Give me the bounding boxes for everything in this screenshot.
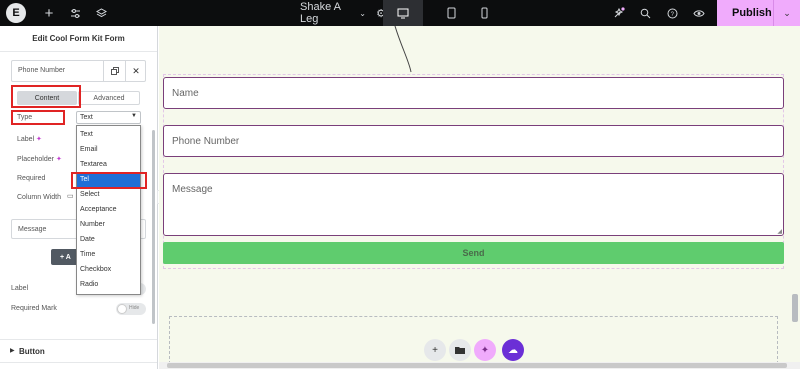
type-option-radio[interactable]: Radio bbox=[77, 277, 140, 292]
publish-options-chevron-icon[interactable]: ⌄ bbox=[773, 0, 800, 26]
required-control-label: Required bbox=[17, 175, 46, 182]
site-settings-icon[interactable] bbox=[68, 0, 82, 26]
page-title-dropdown[interactable]: Shake A Leg ⌄ bbox=[300, 0, 366, 26]
phone-number-input[interactable]: Phone Number bbox=[163, 125, 784, 157]
template-library-folder-icon[interactable] bbox=[449, 339, 471, 361]
caret-down-icon: ▼ bbox=[131, 113, 137, 119]
column-width-label: Column Width bbox=[17, 194, 61, 201]
name-placeholder: Name bbox=[172, 88, 199, 99]
tel-option-highlight bbox=[71, 172, 147, 189]
type-select[interactable]: Text ▼ bbox=[76, 111, 141, 124]
type-option-email[interactable]: Email bbox=[77, 142, 140, 157]
content-tab-highlight bbox=[11, 85, 81, 108]
elementor-logo-icon[interactable]: E bbox=[6, 3, 26, 23]
required-mark-toggle[interactable]: Hide bbox=[116, 303, 146, 315]
section-button[interactable]: ▶ Button bbox=[0, 339, 157, 363]
page-title: Shake A Leg bbox=[300, 1, 341, 25]
repeater-item-phone[interactable]: Phone Number ✕ bbox=[11, 60, 146, 82]
ai-notifications-icon[interactable] bbox=[612, 0, 626, 26]
type-option-checkbox[interactable]: Checkbox bbox=[77, 262, 140, 277]
editor-panel: Edit Cool Form Kit Form Phone Number ✕ C… bbox=[0, 26, 158, 369]
name-input[interactable]: Name bbox=[163, 77, 784, 109]
duplicate-icon[interactable] bbox=[103, 61, 125, 81]
toggle-knob bbox=[117, 304, 127, 314]
label-control-label: Label bbox=[17, 136, 35, 143]
responsive-desktop-icon[interactable]: ▭ bbox=[67, 192, 74, 200]
canvas-scrollbar[interactable] bbox=[792, 294, 798, 322]
type-label-highlight bbox=[11, 110, 65, 125]
svg-text:?: ? bbox=[670, 12, 674, 18]
tab-advanced-label: Advanced bbox=[93, 94, 125, 102]
placeholder-control-label: Placeholder bbox=[17, 156, 54, 163]
ai-sparkle-icon[interactable]: ✦ bbox=[56, 155, 62, 163]
send-label: Send bbox=[462, 248, 485, 258]
ai-generate-icon[interactable]: ✦ bbox=[474, 339, 496, 361]
help-icon[interactable]: ? bbox=[665, 0, 679, 26]
preview-eye-icon[interactable] bbox=[692, 0, 706, 26]
type-option-number[interactable]: Number bbox=[77, 217, 140, 232]
type-options-list: Text Email Textarea Tel Select Acceptance Numb… bbox=[76, 125, 141, 295]
message-placeholder: Message bbox=[172, 184, 213, 195]
type-option-textarea[interactable]: Textarea bbox=[77, 157, 140, 172]
panel-scrollbar[interactable] bbox=[152, 130, 155, 324]
publish-label: Publish bbox=[732, 7, 772, 19]
type-option-acceptance[interactable]: Acceptance bbox=[77, 202, 140, 217]
label-toggle-label: Label bbox=[11, 285, 29, 292]
mobile-view-icon[interactable] bbox=[477, 0, 491, 26]
add-item-label: + A bbox=[60, 253, 71, 261]
add-section-button[interactable]: + bbox=[424, 339, 446, 361]
ai-sparkle-icon[interactable]: ✦ bbox=[36, 135, 42, 143]
add-element-icon[interactable]: + bbox=[42, 0, 56, 26]
repeater-item-label: Phone Number bbox=[18, 67, 66, 74]
tablet-view-icon[interactable] bbox=[444, 0, 458, 26]
type-option-date[interactable]: Date bbox=[77, 232, 140, 247]
decorative-curve bbox=[394, 26, 412, 73]
toggle-state: Hide bbox=[129, 305, 140, 311]
publish-button[interactable]: Publish ⌄ bbox=[717, 0, 800, 26]
tab-advanced[interactable]: Advanced bbox=[78, 91, 140, 105]
structure-layers-icon[interactable] bbox=[94, 0, 108, 26]
close-icon[interactable]: ✕ bbox=[125, 61, 146, 81]
type-select-value: Text bbox=[80, 114, 93, 121]
desktop-view-icon[interactable] bbox=[383, 0, 423, 26]
horizontal-scrollbar-thumb[interactable] bbox=[167, 363, 787, 368]
section-button-title: Button bbox=[19, 347, 45, 356]
required-mark-label: Required Mark bbox=[11, 305, 57, 312]
top-bar: E + Shake A Leg ⌄ ⚙ ? Publish ⌄ bbox=[0, 0, 800, 26]
type-option-time[interactable]: Time bbox=[77, 247, 140, 262]
caret-right-icon: ▶ bbox=[10, 348, 15, 354]
search-icon[interactable] bbox=[638, 0, 652, 26]
horizontal-scrollbar[interactable] bbox=[159, 362, 800, 369]
chevron-down-icon: ⌄ bbox=[359, 8, 366, 18]
panel-title: Edit Cool Form Kit Form bbox=[32, 34, 125, 43]
type-option-text[interactable]: Text bbox=[77, 127, 140, 142]
message-textarea[interactable]: Message ◢ bbox=[163, 173, 784, 236]
type-option-select[interactable]: Select bbox=[77, 187, 140, 202]
send-button[interactable]: Send bbox=[163, 242, 784, 264]
phone-placeholder: Phone Number bbox=[172, 136, 240, 147]
repeater-item-label: Message bbox=[18, 226, 47, 233]
preview-canvas: Name Phone Number Message ◢ Send + ✦ ☁ bbox=[159, 26, 800, 369]
resize-handle-icon[interactable]: ◢ bbox=[777, 228, 782, 235]
panel-header: Edit Cool Form Kit Form bbox=[0, 26, 157, 52]
cool-form-kit-icon[interactable]: ☁ bbox=[502, 339, 524, 361]
